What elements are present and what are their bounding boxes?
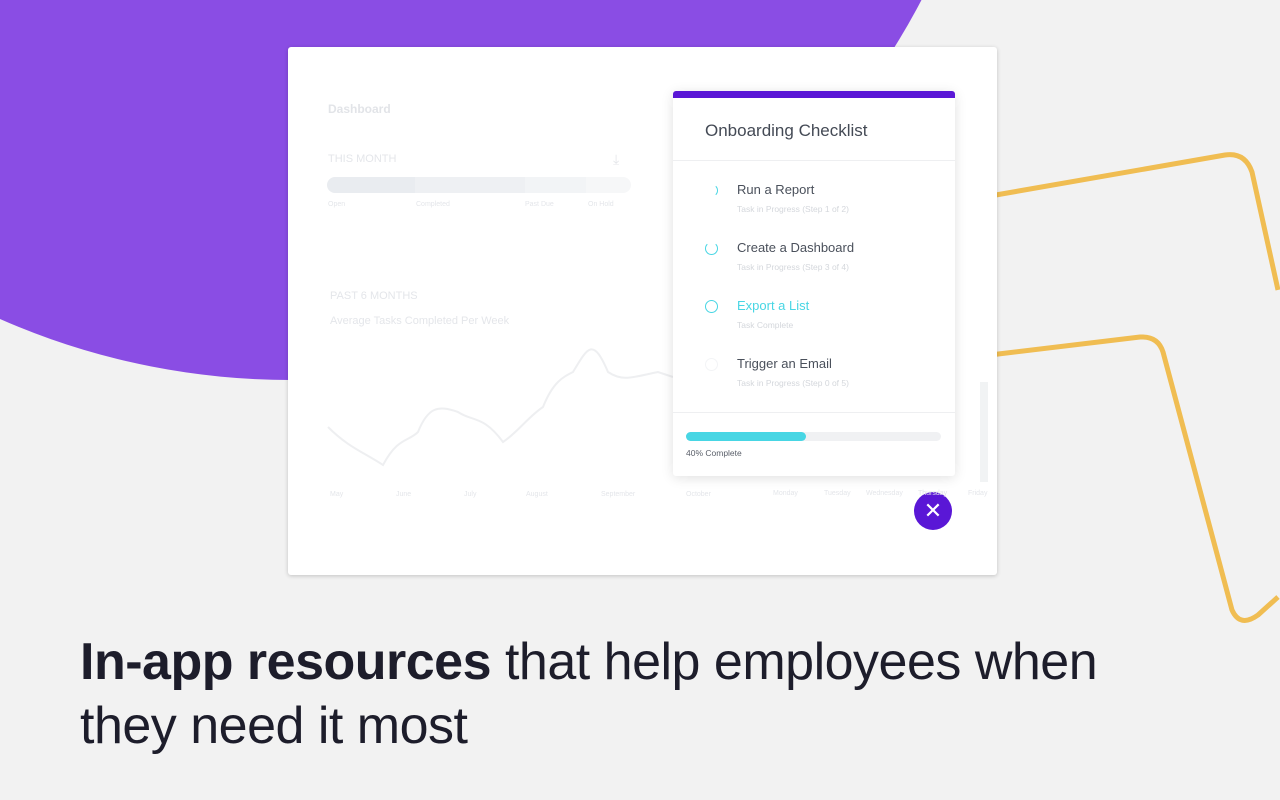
x-label: October — [686, 491, 711, 498]
progress-ring-icon — [705, 242, 718, 255]
x-label: Wednesday — [866, 490, 903, 497]
gold-line — [989, 334, 1280, 623]
x-label: Monday — [773, 490, 798, 497]
item-status: Task Complete — [737, 320, 794, 330]
x-label: August — [526, 491, 548, 498]
headline-bold: In-app resources — [80, 633, 492, 691]
gold-line — [989, 152, 1280, 291]
x-label: Tuesday — [824, 490, 851, 497]
x-label: September — [601, 491, 636, 498]
empty-ring-icon — [705, 358, 718, 371]
x-label: July — [464, 491, 477, 498]
item-title: Export a List — [737, 298, 810, 313]
x-label: Friday — [968, 490, 988, 497]
item-status: Task in Progress (Step 0 of 5) — [737, 378, 849, 388]
headline: In-app resources that help employees whe… — [80, 630, 1180, 758]
complete-ring-icon — [705, 300, 718, 313]
divider — [673, 160, 955, 161]
close-button[interactable]: ✕ — [914, 492, 952, 530]
progress-ring-icon — [705, 184, 718, 197]
item-status: Task in Progress (Step 1 of 2) — [737, 204, 849, 214]
divider — [673, 412, 955, 413]
x-label: Thursday — [918, 490, 948, 497]
item-title: Run a Report — [737, 182, 815, 197]
checklist-title: Onboarding Checklist — [705, 121, 868, 140]
progress-label: 40% Complete — [686, 448, 742, 458]
item-title: Trigger an Email — [737, 356, 832, 371]
onboarding-checklist: Onboarding Checklist Run a Report Task i… — [673, 91, 955, 476]
x-label: June — [396, 491, 412, 498]
item-title: Create a Dashboard — [737, 240, 855, 255]
item-status: Task in Progress (Step 3 of 4) — [737, 262, 849, 272]
close-icon: ✕ — [923, 498, 943, 523]
x-label: May — [330, 491, 344, 498]
progress-fill — [686, 432, 807, 441]
progress-bar — [686, 432, 941, 441]
